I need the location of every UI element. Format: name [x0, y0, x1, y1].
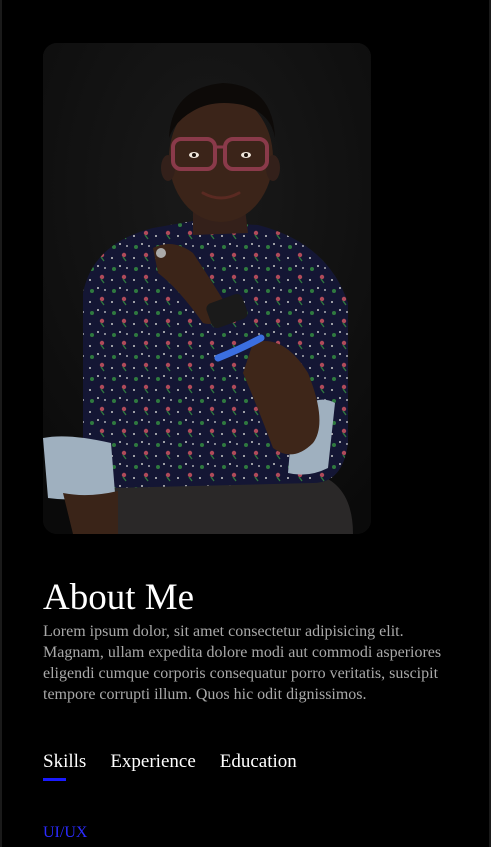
page: About Me Lorem ipsum dolor, sit amet con…	[0, 0, 491, 847]
about-title: About Me	[43, 577, 195, 618]
about-description: Lorem ipsum dolor, sit amet consectetur …	[43, 623, 442, 703]
tab-experience[interactable]: Experience	[110, 750, 195, 774]
profile-photo-illustration	[43, 43, 371, 534]
tab-skills[interactable]: Skills	[43, 750, 86, 781]
tab-education[interactable]: Education	[220, 750, 297, 774]
about-tabs: Skills Experience Education	[43, 750, 297, 781]
profile-photo	[43, 43, 371, 534]
skill-item-uiux: UI/UX	[43, 824, 88, 841]
